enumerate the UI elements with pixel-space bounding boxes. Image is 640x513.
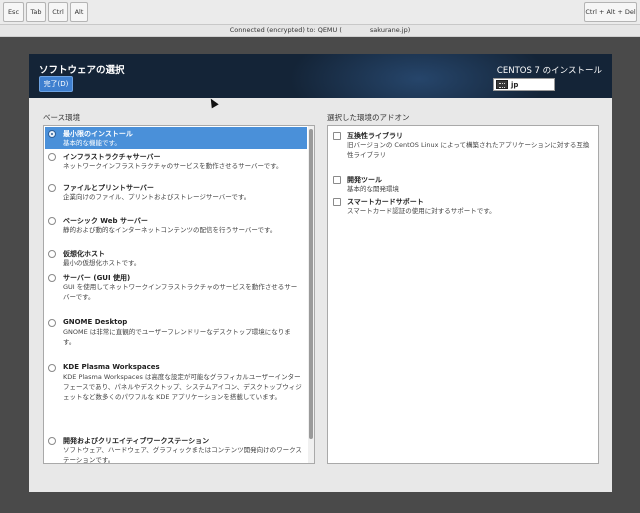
addon-item-development-tools[interactable]: 開発ツール 基本的な開発環境 bbox=[331, 173, 595, 195]
radio-button[interactable] bbox=[48, 184, 56, 192]
vnc-toolbar: Esc Tab Ctrl Alt Ctrl + Alt + Del bbox=[0, 0, 640, 25]
environment-name: KDE Plasma Workspaces bbox=[63, 363, 160, 371]
checkbox[interactable] bbox=[333, 176, 341, 184]
radio-button[interactable] bbox=[48, 319, 56, 327]
addons-list: 互換性ライブラリ 旧バージョンの CentOS Linux によって構築されたア… bbox=[327, 125, 599, 464]
page-title: ソフトウェアの選択 bbox=[39, 65, 125, 76]
environment-item-infrastructure-server[interactable]: インフラストラクチャサーバー ネットワークインフラストラクチャのサービスを動作さ… bbox=[45, 150, 307, 180]
keyboard-icon bbox=[496, 80, 508, 89]
environment-name: GNOME Desktop bbox=[63, 318, 128, 326]
vnc-connection-status: Connected (encrypted) to: QEMU ( sakurane… bbox=[0, 25, 640, 37]
environment-item-basic-web-server[interactable]: ベーシック Web サーバー 静的および動的なインターネットコンテンツの配信を行… bbox=[45, 214, 307, 244]
spoke-header: ソフトウェアの選択 完了(D) CENTOS 7 のインストール jp bbox=[29, 54, 612, 98]
environment-description: ネットワークインフラストラクチャのサービスを動作させるサーバーです。 bbox=[63, 162, 283, 170]
environment-description: KDE Plasma Workspaces は高度な設定が可能なグラフィカルユー… bbox=[63, 373, 302, 401]
ctrl-alt-del-button[interactable]: Ctrl + Alt + Del bbox=[584, 2, 637, 22]
environment-item-kde-plasma[interactable]: KDE Plasma Workspaces KDE Plasma Workspa… bbox=[45, 361, 307, 415]
ctrl-key-button[interactable]: Ctrl bbox=[48, 2, 68, 22]
radio-button[interactable] bbox=[48, 274, 56, 282]
environment-item-gnome-desktop[interactable]: GNOME Desktop GNOME は非常に直観的でユーザーフレンドリーなデ… bbox=[45, 316, 307, 350]
environment-description: GNOME は非常に直観的でユーザーフレンドリーなデスクトップ環境になります。 bbox=[63, 328, 291, 346]
addon-description: 基本的な開発環境 bbox=[347, 185, 399, 193]
header-background-glow bbox=[289, 54, 549, 98]
environment-description: GUI を使用してネットワークインフラストラクチャのサービスを動作させるサーバー… bbox=[63, 283, 298, 301]
addon-description: スマートカード認証の使用に対するサポートです。 bbox=[347, 207, 496, 215]
base-environment-list: 最小限のインストール 基本的な機能です。 インフラストラクチャサーバー ネットワ… bbox=[43, 125, 315, 464]
checkbox[interactable] bbox=[333, 198, 341, 206]
tab-key-button[interactable]: Tab bbox=[26, 2, 46, 22]
keyboard-layout-label: jp bbox=[511, 80, 519, 89]
checkbox[interactable] bbox=[333, 132, 341, 140]
scrollbar-thumb[interactable] bbox=[309, 129, 313, 439]
environment-description: 企業向けのファイル、プリントおよびストレージサーバーです。 bbox=[63, 193, 251, 201]
radio-button[interactable] bbox=[48, 130, 56, 138]
connection-status-text: Connected (encrypted) to: QEMU ( bbox=[229, 26, 342, 34]
installer-window: ソフトウェアの選択 完了(D) CENTOS 7 のインストール jp ベース環… bbox=[29, 54, 612, 492]
radio-button[interactable] bbox=[48, 250, 56, 258]
environment-item-dev-creative-workstation[interactable]: 開発およびクリエイティブワークステーション ソフトウェア、ハードウェア、グラフィ… bbox=[45, 434, 307, 464]
environment-description: ソフトウェア、ハードウェア、グラフィックまたはコンテンツ開発向けのワークステーシ… bbox=[63, 446, 302, 464]
addons-label: 選択した環境のアドオン bbox=[327, 113, 410, 122]
environment-item-virtualization-host[interactable]: 仮想化ホスト 最小の仮想化ホストです。 bbox=[45, 247, 307, 269]
done-button[interactable]: 完了(D) bbox=[39, 76, 73, 92]
product-title: CENTOS 7 のインストール bbox=[496, 66, 602, 76]
environment-item-server-gui[interactable]: サーバー (GUI 使用) GUI を使用してネットワークインフラストラクチャの… bbox=[45, 271, 307, 305]
connection-host-text: sakurane.jp) bbox=[369, 26, 411, 34]
environment-description: 静的および動的なインターネットコンテンツの配信を行うサーバーです。 bbox=[63, 226, 277, 234]
alt-key-button[interactable]: Alt bbox=[70, 2, 88, 22]
base-environment-label: ベース環境 bbox=[43, 113, 81, 122]
radio-button[interactable] bbox=[48, 153, 56, 161]
addon-item-smart-card-support[interactable]: スマートカードサポート スマートカード認証の使用に対するサポートです。 bbox=[331, 195, 595, 217]
addon-description: 旧バージョンの CentOS Linux によって構築されたアプリケーションに対… bbox=[347, 141, 590, 159]
radio-button[interactable] bbox=[48, 437, 56, 445]
environment-description: 基本的な機能です。 bbox=[63, 139, 121, 147]
environment-list-scrollbar[interactable] bbox=[308, 126, 314, 463]
keyboard-layout-indicator[interactable]: jp bbox=[493, 78, 555, 91]
environment-item-minimal[interactable]: 最小限のインストール 基本的な機能です。 bbox=[45, 127, 307, 149]
addon-item-compat-libraries[interactable]: 互換性ライブラリ 旧バージョンの CentOS Linux によって構築されたア… bbox=[331, 129, 595, 161]
esc-key-button[interactable]: Esc bbox=[3, 2, 24, 22]
radio-button[interactable] bbox=[48, 217, 56, 225]
environment-description: 最小の仮想化ホストです。 bbox=[63, 259, 141, 267]
environment-item-file-print-server[interactable]: ファイルとプリントサーバー 企業向けのファイル、プリントおよびストレージサーバー… bbox=[45, 181, 307, 211]
radio-button[interactable] bbox=[48, 364, 56, 372]
